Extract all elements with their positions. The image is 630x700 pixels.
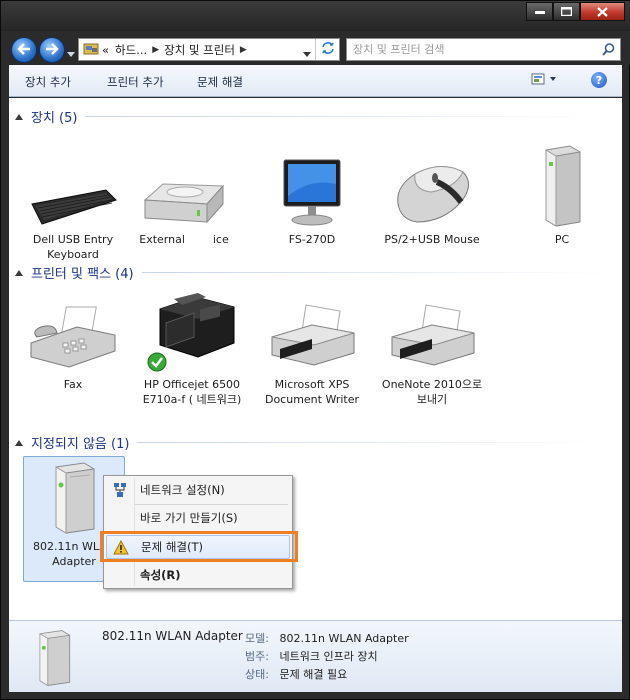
add-device-button[interactable]: 장치 추가: [25, 74, 71, 90]
device-mouse[interactable]: PS/2+USB Mouse: [377, 148, 487, 247]
forward-button[interactable]: [39, 37, 65, 63]
device-label: Microsoft XPS Document Writer: [264, 378, 360, 406]
device-label: Dell USB Entry Keyboard: [32, 233, 114, 261]
printer-icon: [257, 293, 367, 373]
chevron-down-icon: [67, 46, 75, 60]
caption-buttons: [526, 2, 625, 21]
menu-item-label: 바로 가기 만들기(S): [140, 511, 238, 525]
title-bar[interactable]: [1, 1, 630, 31]
annotation-highlight-box: [100, 531, 298, 562]
device-xps-writer[interactable]: Microsoft XPS Document Writer: [257, 293, 367, 407]
menu-item-create-shortcut[interactable]: 바로 가기 만들기(S): [106, 506, 290, 530]
collapse-triangle-icon[interactable]: [15, 439, 23, 446]
breadcrumb-hardware[interactable]: 하드...: [112, 42, 150, 58]
details-key: 상태:: [245, 668, 269, 681]
group-header-printers[interactable]: 프린터 및 팩스 (4): [15, 263, 615, 282]
details-value: 네트워크 인프라 장치: [279, 650, 378, 663]
mouse-icon: [377, 148, 487, 228]
details-key: 범주:: [245, 650, 269, 663]
change-view-button[interactable]: [531, 72, 559, 89]
menu-item-label: 속성(R): [140, 568, 181, 582]
search-icon[interactable]: [602, 43, 615, 59]
device-label: Fax: [63, 378, 83, 391]
printer-icon: [137, 293, 247, 373]
add-printer-button[interactable]: 프린터 추가: [107, 74, 164, 90]
view-options-icon: [531, 73, 559, 89]
address-dropdown[interactable]: [303, 46, 311, 60]
search-input[interactable]: [347, 39, 587, 60]
details-row-status: 상태: 문제 해결 필요: [245, 666, 347, 682]
device-label: PC: [554, 233, 570, 246]
troubleshoot-button[interactable]: 문제 해결: [197, 74, 243, 90]
menu-separator: [134, 504, 288, 505]
device-label: PS/2+USB Mouse: [384, 233, 480, 246]
breadcrumb-overflow[interactable]: «: [99, 43, 112, 57]
external-drive-icon: [129, 148, 239, 228]
folder-icon: [83, 41, 99, 58]
minimize-button[interactable]: [526, 2, 553, 21]
device-pc[interactable]: PC: [507, 145, 617, 247]
default-printer-check-icon: [147, 352, 167, 375]
refresh-button[interactable]: [315, 39, 339, 60]
device-label: FS-270D: [288, 233, 336, 246]
help-icon: ?: [591, 72, 607, 88]
menu-item-network-settings[interactable]: 네트워크 설정(N): [106, 478, 290, 502]
group-title: 장치 (5): [31, 111, 78, 126]
command-bar: 장치 추가 프린터 추가 문제 해결 ?: [9, 65, 622, 97]
recent-pages-dropdown[interactable]: [67, 46, 75, 60]
network-settings-icon: [106, 482, 134, 498]
device-label: External ice: [139, 233, 229, 246]
close-icon: [597, 6, 608, 17]
details-row-category: 범주: 네트워크 인프라 장치: [245, 648, 378, 664]
device-keyboard[interactable]: Dell USB Entry Keyboard: [18, 148, 128, 262]
printer-icon: [377, 293, 487, 373]
maximize-icon: [561, 7, 572, 16]
pc-tower-icon: [507, 145, 617, 228]
fax-icon: [18, 293, 128, 373]
device-monitor[interactable]: FS-270D: [257, 148, 367, 247]
details-key: 모델:: [245, 632, 269, 645]
menu-item-properties[interactable]: 속성(R): [106, 563, 290, 587]
device-fax[interactable]: Fax: [18, 293, 128, 392]
minimize-icon: [534, 10, 545, 14]
device-label: HP Officejet 6500 E710a-f ( 네트워크): [142, 378, 242, 406]
forward-arrow-icon: [45, 42, 59, 58]
address-bar[interactable]: « 하드... ▶ 장치 및 프린터 ▶: [78, 38, 340, 61]
details-device-icon: [35, 629, 73, 690]
device-onenote[interactable]: OneNote 2010으로 보내기: [377, 293, 487, 407]
back-button[interactable]: [11, 37, 37, 63]
details-row-model: 모델: 802.11n WLAN Adapter: [245, 630, 409, 646]
device-label: OneNote 2010으로 보내기: [381, 378, 483, 406]
group-header-devices[interactable]: 장치 (5): [15, 107, 615, 126]
monitor-icon: [257, 148, 367, 228]
collapse-triangle-icon[interactable]: [15, 269, 23, 276]
group-divider: [141, 272, 615, 273]
devices-and-printers-window: « 하드... ▶ 장치 및 프린터 ▶ 장치 추가 프린터 추가 문제 해결 …: [0, 0, 630, 700]
close-button[interactable]: [580, 2, 625, 21]
group-divider: [137, 442, 615, 443]
breadcrumb-separator-icon[interactable]: ▶: [238, 45, 249, 55]
details-device-name: 802.11n WLAN Adapter: [102, 629, 243, 643]
group-title: 프린터 및 팩스 (4): [31, 267, 134, 282]
maximize-button[interactable]: [553, 2, 580, 21]
details-pane: 802.11n WLAN Adapter 모델: 802.11n WLAN Ad…: [9, 620, 622, 692]
help-button[interactable]: ?: [591, 72, 607, 88]
device-hp-printer[interactable]: HP Officejet 6500 E710a-f ( 네트워크): [137, 293, 247, 407]
group-divider: [85, 116, 615, 117]
menu-item-label: 네트워크 설정(N): [140, 483, 225, 497]
navigation-row: « 하드... ▶ 장치 및 프린터 ▶: [1, 31, 630, 65]
breadcrumb-devices-printers[interactable]: 장치 및 프린터: [161, 42, 238, 58]
details-value: 802.11n WLAN Adapter: [279, 632, 409, 645]
group-header-unspecified[interactable]: 지정되지 않음 (1): [15, 433, 615, 452]
group-title: 지정되지 않음 (1): [31, 437, 130, 452]
device-external-drive[interactable]: External ice: [129, 148, 239, 247]
keyboard-icon: [18, 148, 128, 228]
details-value: 문제 해결 필요: [279, 668, 348, 681]
collapse-triangle-icon[interactable]: [15, 113, 23, 120]
breadcrumb-separator-icon[interactable]: ▶: [150, 45, 161, 55]
back-arrow-icon: [17, 42, 31, 58]
search-box[interactable]: [346, 38, 621, 61]
refresh-icon: [321, 42, 335, 57]
